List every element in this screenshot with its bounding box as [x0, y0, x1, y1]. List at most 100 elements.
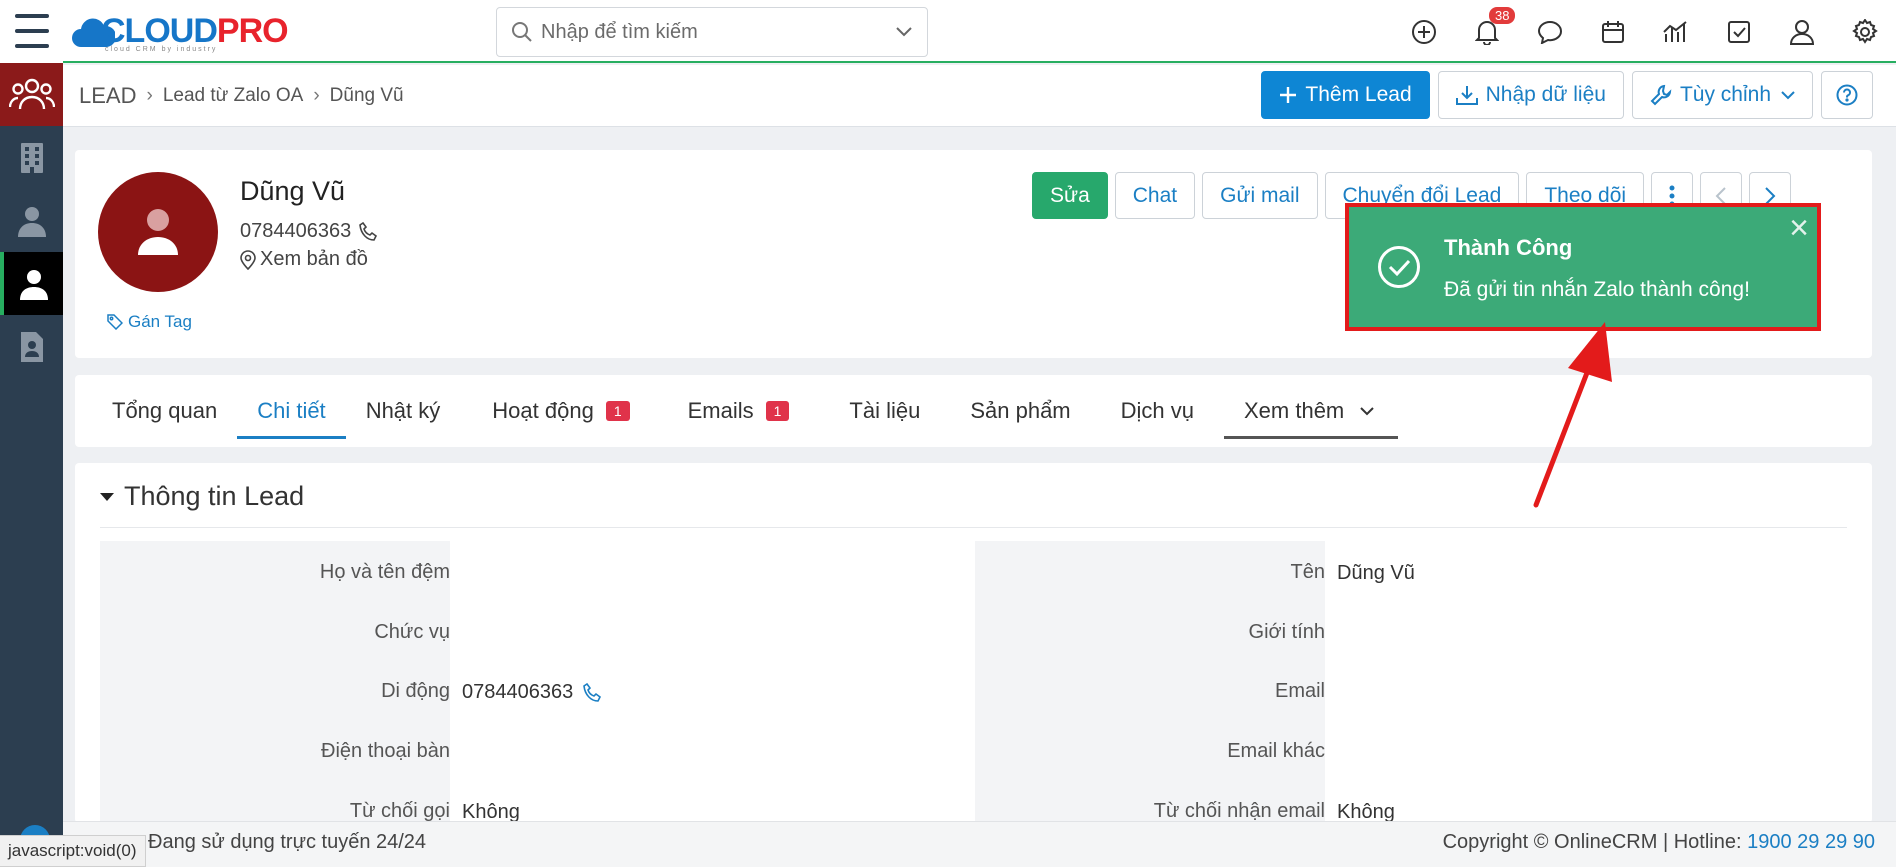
search-input[interactable] [541, 20, 871, 44]
field-mobile: Di động 0784406363 [100, 660, 976, 718]
settings-button[interactable] [1833, 0, 1896, 63]
tab-documents[interactable]: Tài liệu [829, 375, 940, 447]
assign-tag-label: Gán Tag [128, 312, 192, 331]
top-header: CLOUDPRO cloud CRM by industry 38 [63, 0, 1896, 63]
tab-label: Tổng quan [112, 398, 218, 423]
chevron-down-icon[interactable] [895, 26, 913, 38]
tab-label: Xem thêm [1244, 398, 1345, 423]
sidebar-item-documents[interactable] [0, 315, 63, 378]
customize-dropdown[interactable]: Tùy chỉnh [1631, 71, 1813, 119]
lead-name: Dũng Vũ [240, 176, 346, 206]
search-box[interactable] [496, 7, 928, 57]
help-icon [1836, 84, 1858, 106]
breadcrumb-root[interactable]: LEAD [79, 83, 136, 109]
sidebar-item-contacts[interactable] [0, 189, 63, 252]
field-label: Chức vụ [374, 621, 450, 643]
field-label: Từ chối nhận email [1153, 800, 1325, 822]
plus-icon [1280, 87, 1297, 103]
tab-services[interactable]: Dịch vụ [1101, 375, 1214, 447]
field-value[interactable]: Dũng Vũ [1337, 562, 1415, 585]
calendar-button[interactable] [1581, 0, 1644, 63]
search-icon [512, 22, 532, 42]
download-icon [1455, 86, 1478, 105]
user-icon [1789, 19, 1814, 45]
chat-button[interactable] [1518, 0, 1581, 63]
section-header[interactable]: Thông tin Lead [100, 481, 304, 512]
assign-tag-link[interactable]: Gán Tag [107, 312, 192, 332]
hotline-link[interactable]: 1900 29 29 90 [1747, 831, 1875, 853]
tag-icon [107, 314, 123, 330]
success-toast: Thành Công Đã gửi tin nhắn Zalo thành cô… [1345, 203, 1821, 331]
import-button[interactable]: Nhập dữ liệu [1437, 71, 1624, 119]
breadcrumb-level2: Dũng Vũ [329, 85, 404, 106]
view-map-link[interactable]: Xem bản đồ [240, 248, 368, 271]
notifications-button[interactable]: 38 [1455, 0, 1518, 63]
toast-title: Thành Công [1444, 235, 1573, 260]
tab-journal[interactable]: Nhật ký [346, 375, 461, 447]
field-label: Di động [381, 680, 450, 702]
leads-icon [8, 78, 55, 109]
gear-icon [1851, 18, 1878, 44]
footer: Đang sử dụng trực tuyến 24/24 Copyright … [63, 821, 1896, 867]
field-gender: Giới tính [975, 601, 1851, 659]
logo-accent-text: PRO [216, 11, 289, 50]
breadcrumb-level1[interactable]: Lead từ Zalo OA [163, 85, 304, 107]
logo[interactable]: CLOUDPRO cloud CRM by industry [71, 6, 289, 56]
quick-create-button[interactable] [1392, 0, 1455, 63]
avatar-person-icon [138, 209, 178, 255]
tab-overview[interactable]: Tổng quan [92, 375, 237, 447]
logo-subtext: cloud CRM by industry [105, 46, 218, 53]
sidebar [0, 0, 63, 867]
send-mail-button[interactable]: Gửi mail [1202, 172, 1318, 219]
sidebar-item-leads[interactable] [0, 63, 63, 126]
divider [100, 527, 1847, 528]
phone-icon[interactable] [583, 682, 603, 703]
field-first-name: Tên Dũng Vũ [975, 541, 1851, 599]
tab-more[interactable]: Xem thêm [1224, 375, 1399, 447]
add-lead-label: Thêm Lead [1305, 83, 1412, 106]
tasks-button[interactable] [1707, 0, 1770, 63]
wrench-icon [1650, 84, 1672, 106]
field-label: Giới tính [1248, 621, 1325, 643]
field-label: Email khác [1227, 740, 1325, 762]
tab-emails[interactable]: Emails 1 [668, 375, 810, 447]
field-value[interactable]: 0784406363 [462, 681, 603, 704]
tab-label: Dịch vụ [1120, 398, 1194, 423]
field-label: Email [1274, 680, 1325, 702]
tab-activities[interactable]: Hoạt động 1 [472, 375, 649, 447]
field-label: Từ chối gọi [349, 800, 450, 822]
sidebar-item-organizations[interactable] [0, 126, 63, 189]
activities-count-badge: 1 [605, 401, 630, 421]
document-icon [20, 331, 43, 362]
close-icon[interactable]: × [1789, 211, 1809, 245]
section-title: Thông tin Lead [124, 481, 305, 511]
tab-label: Chi tiết [257, 398, 326, 423]
tab-products[interactable]: Sản phẩm [950, 375, 1090, 447]
chevron-down-icon [1360, 407, 1374, 416]
phone-icon[interactable] [359, 221, 379, 242]
sidebar-item-lead-person[interactable] [0, 252, 63, 315]
menu-icon[interactable] [0, 0, 63, 63]
copyright-text: Copyright © OnlineCRM | Hotline: [1442, 831, 1748, 853]
footer-copyright: Copyright © OnlineCRM | Hotline: 1900 29… [1443, 831, 1875, 854]
profile-button[interactable] [1770, 0, 1833, 63]
chevron-down-icon [1781, 91, 1795, 100]
breadcrumb-bar: LEAD › Lead từ Zalo OA › Dũng Vũ Thêm Le… [63, 65, 1896, 127]
edit-button[interactable]: Sửa [1032, 172, 1108, 219]
reports-button[interactable] [1644, 0, 1707, 63]
browser-status-url: javascript:void(0) [0, 835, 146, 867]
logo-main-text: CLOUD [101, 11, 218, 50]
chevron-right-icon: › [146, 85, 153, 106]
field-label: Họ và tên đệm [319, 561, 450, 583]
import-label: Nhập dữ liệu [1485, 83, 1606, 106]
tab-label: Tài liệu [849, 398, 921, 423]
add-lead-button[interactable]: Thêm Lead [1261, 71, 1430, 119]
lead-phone-row: 0784406363 [240, 220, 379, 243]
tab-details[interactable]: Chi tiết [237, 375, 347, 447]
help-button[interactable] [1821, 71, 1873, 119]
toast-message: Đã gửi tin nhắn Zalo thành công! [1444, 278, 1750, 301]
chat-action-button[interactable]: Chat [1114, 172, 1196, 219]
task-icon [1727, 20, 1750, 43]
lead-phone: 0784406363 [240, 220, 352, 242]
field-other-email: Email khác [975, 720, 1851, 778]
